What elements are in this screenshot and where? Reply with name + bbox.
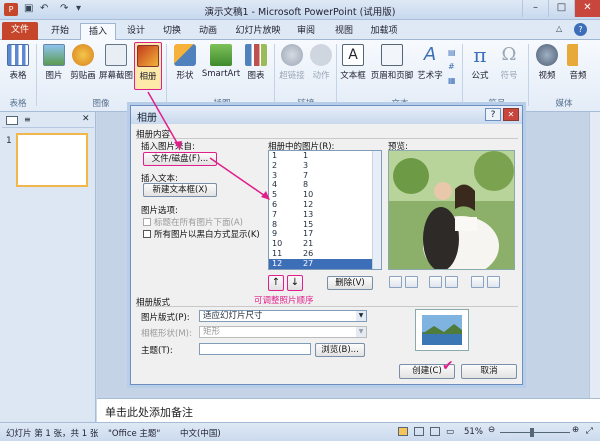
arrowhead — [261, 191, 270, 200]
arrow-to-file-button — [147, 91, 181, 149]
annotation-arrows — [147, 91, 270, 200]
arrow-to-listbox — [209, 157, 269, 199]
arrowhead — [174, 141, 182, 150]
